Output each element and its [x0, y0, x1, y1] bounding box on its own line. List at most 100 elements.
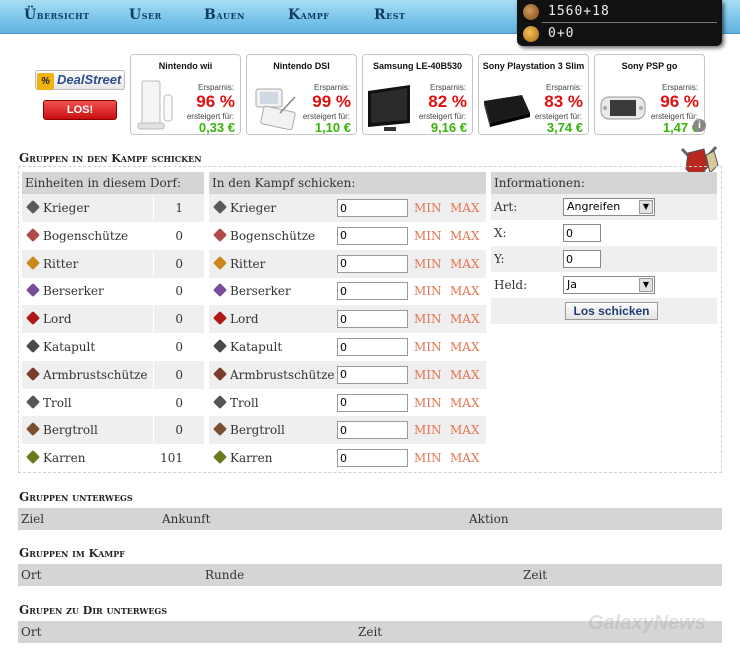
send-amount-input[interactable] — [337, 226, 408, 245]
ad-product-card[interactable]: Sony Playstation 3 Slim Ersparnis: 83 % … — [478, 54, 589, 135]
crossbowman-icon — [213, 366, 227, 381]
info-row-x: X: — [491, 220, 717, 246]
dagger-icon — [26, 311, 40, 326]
unit-count: 0 — [175, 256, 183, 271]
min-button[interactable]: MIN — [414, 368, 442, 382]
bow-icon — [26, 227, 40, 242]
send-amount-input[interactable] — [337, 338, 408, 356]
unit-name: Bergtroll — [230, 423, 285, 438]
ad-product-card[interactable]: Nintendo DSI Ersparnis: 99 % ersteigert … — [246, 54, 357, 135]
tv-icon — [368, 85, 410, 131]
min-button[interactable]: MIN — [414, 229, 442, 243]
send-amount-input[interactable] — [337, 310, 408, 329]
min-button[interactable]: MIN — [414, 284, 442, 298]
unit-name: Ritter — [43, 256, 79, 271]
auction-price: 3,74 € — [546, 120, 583, 135]
unit-name: Troll — [43, 395, 72, 410]
unit-count: 0 — [175, 367, 183, 382]
unit-row-send: Armbrustschütze MIN MAX — [209, 360, 486, 389]
savings-percent: 99 % — [312, 92, 351, 111]
min-button[interactable]: MIN — [414, 451, 442, 465]
axe-icon — [26, 200, 40, 214]
unit-row-village: Troll 0 — [22, 388, 204, 417]
chevron-down-icon: ▼ — [639, 278, 653, 292]
send-amount-input[interactable] — [337, 199, 408, 217]
min-button[interactable]: MIN — [414, 340, 442, 354]
unit-row-village: Armbrustschütze 0 — [22, 360, 204, 389]
gold-coin-icon — [523, 26, 539, 42]
x-coordinate-input[interactable] — [563, 224, 601, 242]
cart-icon — [26, 450, 40, 465]
unit-count: 0 — [175, 284, 183, 299]
unit-row-village: Krieger 1 — [22, 194, 204, 222]
ad-banner[interactable]: % DealStreet LOS! Nintendo wii Ersparnis:… — [35, 52, 707, 136]
max-button[interactable]: MAX — [450, 340, 480, 354]
unit-name: Krieger — [230, 201, 277, 215]
max-button[interactable]: MAX — [450, 396, 480, 410]
max-button[interactable]: MAX — [450, 312, 480, 326]
sword-icon — [26, 283, 40, 298]
nav-item-rest[interactable]: Rest — [374, 7, 405, 23]
info-row-art: Art: Angreifen ▼ — [491, 194, 717, 220]
send-amount-input[interactable] — [337, 393, 408, 412]
column-header-ankunft: Ankunft — [162, 512, 211, 526]
send-amount-input[interactable] — [337, 365, 408, 384]
troll-icon — [213, 394, 227, 409]
unit-row-send: Karren MIN MAX — [209, 444, 486, 472]
max-button[interactable]: MAX — [450, 451, 480, 465]
info-icon[interactable]: i — [693, 119, 706, 132]
auction-price: 0,33 € — [198, 120, 235, 135]
ad-product-card[interactable]: Sony PSP go Ersparnis: 96 % ersteigert f… — [594, 54, 705, 135]
sword-icon — [213, 283, 227, 298]
resource-gold-value: 0+0 — [548, 26, 575, 41]
max-button[interactable]: MAX — [450, 284, 480, 298]
wii-console-icon — [137, 80, 173, 130]
nav-item-user[interactable]: User — [129, 7, 162, 23]
unit-name: Krieger — [43, 201, 90, 215]
nav-item-bauen[interactable]: Bauen — [204, 7, 245, 23]
send-amount-input[interactable] — [337, 449, 408, 468]
min-button[interactable]: MIN — [414, 312, 442, 326]
nav-item-uebersicht[interactable]: Übersicht — [24, 7, 90, 23]
ad-product-card[interactable]: Nintendo wii Ersparnis: 96 % ersteigert … — [130, 54, 241, 135]
y-coordinate-input[interactable] — [563, 250, 601, 268]
held-select[interactable]: Ja ▼ — [563, 276, 655, 294]
unit-count: 0 — [175, 395, 183, 410]
unit-count: 0 — [175, 340, 183, 354]
send-amount-input[interactable] — [337, 254, 408, 273]
max-button[interactable]: MAX — [450, 229, 480, 243]
unit-count: 0 — [175, 423, 183, 438]
underway-table-header: Ziel Ankunft Aktion — [18, 508, 722, 530]
unit-row-send: Lord MIN MAX — [209, 305, 486, 334]
ad-product-card[interactable]: Samsung LE-40B530 Ersparnis: 82 % erstei… — [362, 54, 473, 135]
send-amount-input[interactable] — [337, 421, 408, 440]
unit-name: Berserker — [230, 284, 291, 299]
horse-icon — [523, 4, 539, 20]
min-button[interactable]: MIN — [414, 201, 442, 215]
art-select[interactable]: Angreifen ▼ — [563, 198, 655, 216]
min-button[interactable]: MIN — [414, 423, 442, 437]
send-troops-button[interactable]: Los schicken — [565, 302, 658, 320]
unit-row-village: Katapult 0 — [22, 333, 204, 361]
product-name: Sony Playstation 3 Slim — [482, 61, 585, 71]
max-button[interactable]: MAX — [450, 201, 480, 215]
max-button[interactable]: MAX — [450, 257, 480, 271]
nav-item-kampf[interactable]: Kampf — [288, 7, 329, 23]
info-row-y: Y: — [491, 246, 717, 272]
max-button[interactable]: MAX — [450, 423, 480, 437]
column-header-zeit: Zeit — [358, 625, 383, 639]
send-amount-input[interactable] — [337, 282, 408, 301]
unit-name: Armbrustschütze — [43, 367, 148, 382]
dealstreet-logo[interactable]: % DealStreet — [35, 70, 125, 90]
column-header-runde: Runde — [205, 568, 245, 582]
infight-section-title: Gruppen im Kampf — [19, 546, 125, 560]
min-button[interactable]: MIN — [414, 257, 442, 271]
send-column-header: In den Kampf schicken: — [209, 172, 486, 194]
ad-los-button[interactable]: LOS! — [43, 100, 117, 120]
resource-troops-value: 1560+18 — [548, 4, 610, 19]
max-button[interactable]: MAX — [450, 368, 480, 382]
troll-icon — [26, 394, 40, 409]
min-button[interactable]: MIN — [414, 396, 442, 410]
percent-icon: % — [37, 73, 54, 90]
savings-label: Ersparnis: — [429, 83, 466, 92]
